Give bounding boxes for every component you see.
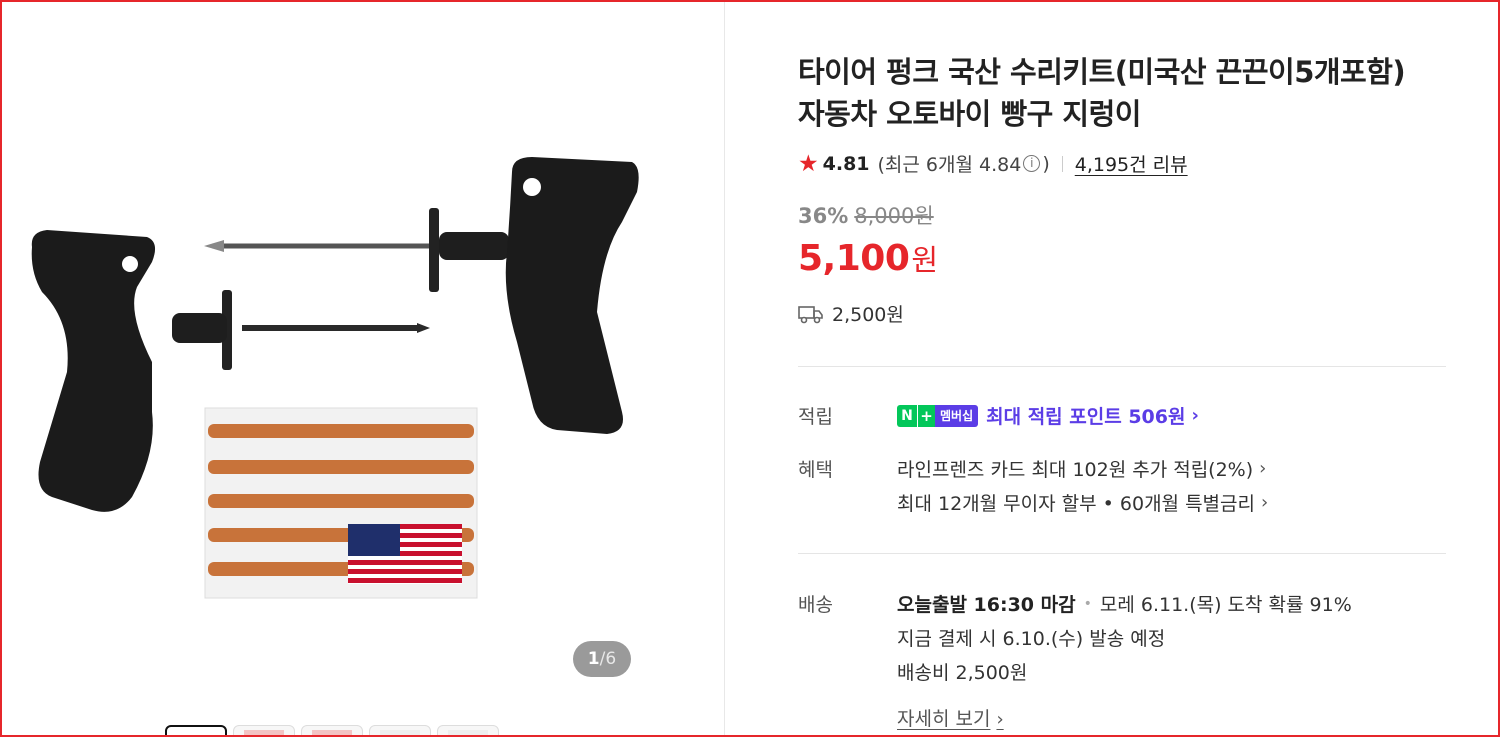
product-gallery: 1/6 [0, 0, 725, 737]
same-day-dispatch: 오늘출발 16:30 마감 [897, 594, 1076, 616]
points-label: 적립 [798, 406, 833, 428]
naver-membership-badge: N + 멤버십 [897, 404, 979, 427]
sale-price-unit: 원 [911, 243, 939, 277]
benefit-label: 혜택 [798, 459, 833, 481]
sale-price: 5,100원 [798, 237, 938, 279]
image-counter: 1/6 [573, 641, 631, 677]
thumbnail[interactable] [369, 725, 431, 737]
counter-total: 6 [605, 649, 617, 669]
chevron-right-icon: › [1261, 492, 1269, 513]
thumbnail[interactable] [301, 725, 363, 737]
thumbnail-strip [165, 725, 499, 737]
discount-row: 36% 8,000원 [798, 200, 934, 230]
recent-rating-prefix: (최근 6개월 4.84 [877, 154, 1022, 176]
chevron-right-icon: › [996, 709, 1004, 730]
benefit-installment-text: 최대 12개월 무이자 할부 • 60개월 특별금리 [897, 493, 1255, 515]
plus-icon: + [917, 404, 935, 427]
rating-row: ★ 4.81 (최근 6개월 4.84 i ) 4,195건 리뷰 [798, 150, 1188, 177]
delivery-eta: 오늘출발 16:30 마감 • 모레 6.11.(목) 도착 확률 91% [897, 590, 1352, 617]
see-more-link[interactable]: 자세히 보기 › [897, 704, 1004, 731]
counter-current: 1 [587, 649, 600, 669]
section-divider [798, 553, 1446, 554]
thumbnail[interactable] [437, 725, 499, 737]
dispatch-estimate: 지금 결제 시 6.10.(수) 발송 예정 [897, 628, 1166, 650]
chevron-right-icon: › [1259, 458, 1267, 479]
naver-n-icon: N [897, 404, 917, 427]
review-count-link[interactable]: 4,195건 리뷰 [1075, 150, 1188, 177]
original-price: 8,000원 [854, 204, 934, 228]
title-line-2: 자동차 오토바이 빵구 지렁이 [798, 97, 1141, 131]
title-line-1: 타이어 펑크 국산 수리키트(미국산 끈끈이5개포함) [798, 55, 1406, 89]
divider [1061, 155, 1063, 172]
benefit-installment-link[interactable]: 최대 12개월 무이자 할부 • 60개월 특별금리 › [897, 489, 1268, 516]
arrival-estimate: 모레 6.11.(목) 도착 확률 91% [1099, 594, 1352, 616]
rating-score: 4.81 [822, 152, 870, 175]
benefit-card-link[interactable]: 라인프렌즈 카드 최대 102원 추가 적립(2%) › [897, 455, 1266, 482]
see-more-text: 자세히 보기 [897, 708, 991, 730]
recent-rating-suffix: ) [1042, 152, 1050, 175]
chevron-right-icon: › [1191, 405, 1199, 426]
points-link[interactable]: N + 멤버십 최대 적립 포인트 506원 › [897, 402, 1199, 429]
section-divider [798, 366, 1446, 367]
delivery-fee: 배송비 2,500원 [897, 662, 1028, 684]
membership-label: 멤버십 [935, 404, 979, 427]
product-image[interactable] [12, 112, 657, 632]
shipping-fee-row: 2,500원 [798, 300, 904, 327]
truck-icon [798, 305, 823, 323]
points-text: 최대 적립 포인트 506원 [986, 406, 1186, 428]
dot-separator: • [1083, 595, 1092, 612]
delivery-label: 배송 [798, 594, 833, 616]
star-icon: ★ [798, 150, 819, 177]
benefit-card-text: 라인프렌즈 카드 최대 102원 추가 적립(2%) [897, 459, 1254, 481]
thumbnail[interactable] [165, 725, 227, 737]
info-icon[interactable]: i [1023, 155, 1041, 172]
sale-price-number: 5,100 [798, 238, 910, 279]
product-title: 타이어 펑크 국산 수리키트(미국산 끈끈이5개포함) 자동차 오토바이 빵구 … [798, 51, 1458, 135]
discount-percent: 36% [798, 204, 849, 228]
shipping-fee: 2,500원 [832, 304, 904, 326]
thumbnail[interactable] [233, 725, 295, 737]
